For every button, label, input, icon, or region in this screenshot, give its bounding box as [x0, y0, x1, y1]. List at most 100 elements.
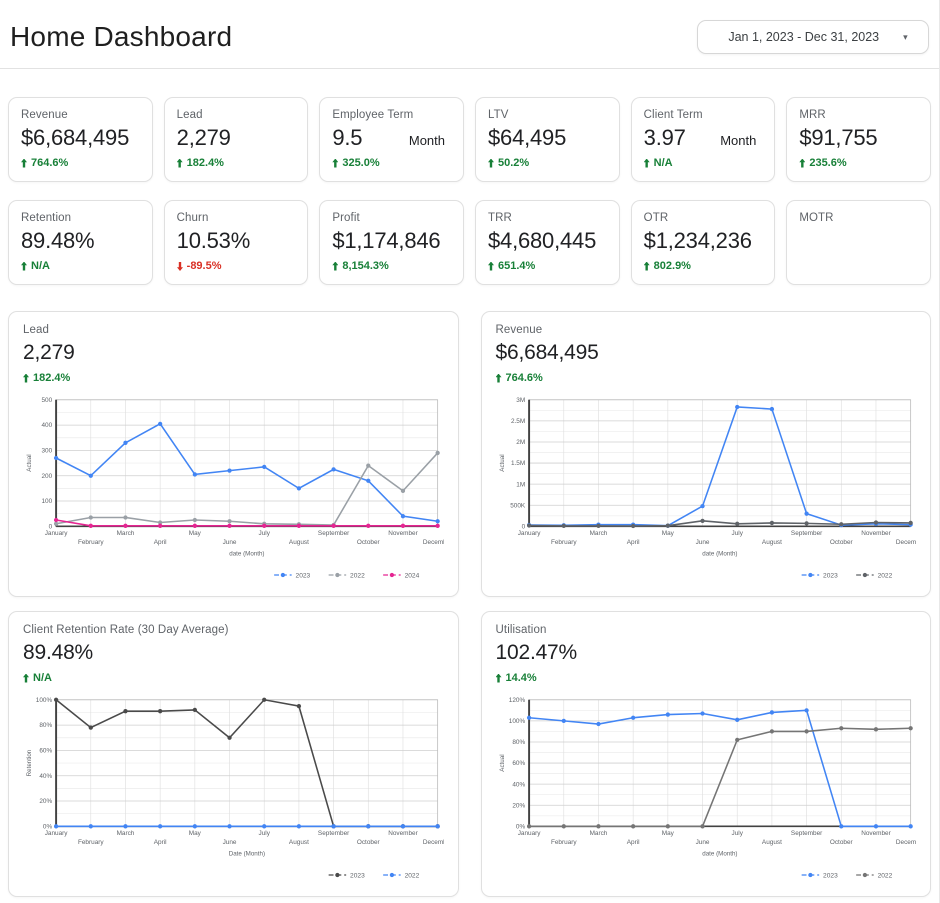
svg-text:2024: 2024 — [405, 572, 420, 579]
chart-title: Utilisation — [496, 624, 917, 636]
svg-text:March: March — [117, 530, 135, 537]
svg-text:February: February — [78, 539, 104, 546]
kpi-value: $1,174,846 — [332, 228, 440, 254]
svg-text:February: February — [550, 839, 576, 846]
svg-text:January: January — [45, 530, 69, 537]
svg-text:80%: 80% — [512, 739, 525, 746]
kpi-label: Client Term — [644, 109, 763, 121]
svg-text:May: May — [189, 530, 202, 537]
svg-text:80%: 80% — [39, 722, 52, 729]
svg-text:November: November — [388, 830, 418, 837]
page-title: Home Dashboard — [10, 21, 232, 53]
kpi-card-client-term: Client Term 3.97Month N/A — [631, 97, 776, 182]
kpi-delta-value: 8,154.3% — [342, 260, 388, 272]
kpi-unit: Month — [720, 133, 762, 148]
svg-text:500K: 500K — [510, 502, 526, 509]
kpi-card-mrr: MRR $91,755 235.6% — [786, 97, 931, 182]
svg-text:May: May — [661, 530, 674, 537]
chart-delta-value: 14.4% — [506, 672, 537, 684]
svg-text:20%: 20% — [39, 798, 52, 805]
kpi-delta-value: N/A — [31, 260, 50, 272]
up-arrow-icon — [23, 674, 29, 683]
kpi-value: $1,234,236 — [644, 228, 752, 254]
kpi-delta: N/A — [644, 157, 763, 169]
chart-card-lead: Lead 2,279 182.4% 0100200300400500Januar… — [8, 311, 459, 597]
kpi-label: OTR — [644, 212, 763, 224]
svg-text:March: March — [589, 830, 607, 837]
svg-text:May: May — [189, 830, 202, 837]
svg-text:date (Month): date (Month) — [229, 551, 264, 558]
up-arrow-icon — [799, 159, 805, 168]
retention-line-chart: 0%20%40%60%80%100%JanuaryFebruaryMarchAp… — [23, 692, 444, 883]
kpi-delta-value: 802.9% — [654, 260, 691, 272]
date-range-selector[interactable]: Jan 1, 2023 - Dec 31, 2023 ▾ — [697, 20, 929, 54]
chart-delta: 182.4% — [23, 372, 444, 384]
svg-text:June: June — [695, 539, 709, 546]
kpi-delta: 325.0% — [332, 157, 451, 169]
svg-text:April: April — [154, 839, 167, 846]
svg-text:June: June — [223, 539, 237, 546]
chart-title: Lead — [23, 324, 444, 336]
svg-text:December: December — [423, 539, 444, 546]
svg-text:July: July — [259, 530, 271, 537]
svg-text:December: December — [423, 839, 444, 846]
kpi-delta: 651.4% — [488, 260, 607, 272]
svg-text:3M: 3M — [516, 397, 525, 404]
kpi-card-profit: Profit $1,174,846 8,154.3% — [319, 200, 464, 285]
up-arrow-icon — [496, 374, 502, 383]
svg-text:July: July — [731, 830, 743, 837]
chart-card-utilisation: Utilisation 102.47% 14.4% 0%20%40%60%80%… — [481, 611, 932, 897]
up-arrow-icon — [177, 159, 183, 168]
svg-text:2023: 2023 — [823, 572, 838, 579]
kpi-delta-value: 182.4% — [187, 157, 224, 169]
svg-text:November: November — [861, 830, 891, 837]
svg-text:40%: 40% — [39, 773, 52, 780]
svg-text:Date (Month): Date (Month) — [229, 851, 265, 858]
svg-text:June: June — [695, 839, 709, 846]
chart-title: Client Retention Rate (30 Day Average) — [23, 624, 444, 636]
up-arrow-icon — [644, 262, 650, 271]
kpi-value: $4,680,445 — [488, 228, 596, 254]
svg-text:100: 100 — [41, 498, 52, 505]
svg-text:March: March — [117, 830, 135, 837]
svg-text:2022: 2022 — [877, 572, 892, 579]
svg-text:20%: 20% — [512, 802, 525, 809]
chevron-down-icon: ▾ — [903, 32, 908, 43]
svg-text:October: October — [357, 539, 381, 546]
svg-text:August: August — [289, 539, 309, 546]
svg-text:2.5M: 2.5M — [510, 418, 524, 425]
svg-text:August: August — [761, 539, 781, 546]
svg-text:September: September — [318, 830, 350, 837]
kpi-label: Revenue — [21, 109, 140, 121]
kpi-card-employee-term: Employee Term 9.5Month 325.0% — [319, 97, 464, 182]
down-arrow-icon — [177, 262, 183, 271]
svg-text:April: April — [154, 539, 167, 546]
kpi-card-lead: Lead 2,279 182.4% — [164, 97, 309, 182]
chart-card-revenue: Revenue $6,684,495 764.6% 0500K1M1.5M2M2… — [481, 311, 932, 597]
svg-text:60%: 60% — [512, 760, 525, 767]
kpi-label: Profit — [332, 212, 451, 224]
kpi-delta-value: N/A — [654, 157, 673, 169]
svg-text:November: November — [861, 530, 891, 537]
kpi-delta: 802.9% — [644, 260, 763, 272]
kpi-card-motr: MOTR — [786, 200, 931, 285]
svg-text:400: 400 — [41, 422, 52, 429]
svg-text:April: April — [626, 539, 639, 546]
kpi-card-churn: Churn 10.53% -89.5% — [164, 200, 309, 285]
svg-text:January: January — [517, 830, 541, 837]
kpi-value: $91,755 — [799, 125, 877, 151]
kpi-delta: 182.4% — [177, 157, 296, 169]
up-arrow-icon — [644, 159, 650, 168]
svg-text:November: November — [388, 530, 418, 537]
kpi-delta-value: -89.5% — [187, 260, 222, 272]
kpi-unit: Month — [409, 133, 451, 148]
up-arrow-icon — [496, 674, 502, 683]
svg-text:2023: 2023 — [823, 872, 838, 879]
svg-text:2023: 2023 — [350, 872, 365, 879]
kpi-label: Retention — [21, 212, 140, 224]
kpi-delta: 235.6% — [799, 157, 918, 169]
lead-line-chart: 0100200300400500JanuaryFebruaryMarchApri… — [23, 392, 444, 583]
svg-text:Actual: Actual — [498, 454, 505, 471]
svg-text:May: May — [661, 830, 674, 837]
svg-text:April: April — [626, 839, 639, 846]
